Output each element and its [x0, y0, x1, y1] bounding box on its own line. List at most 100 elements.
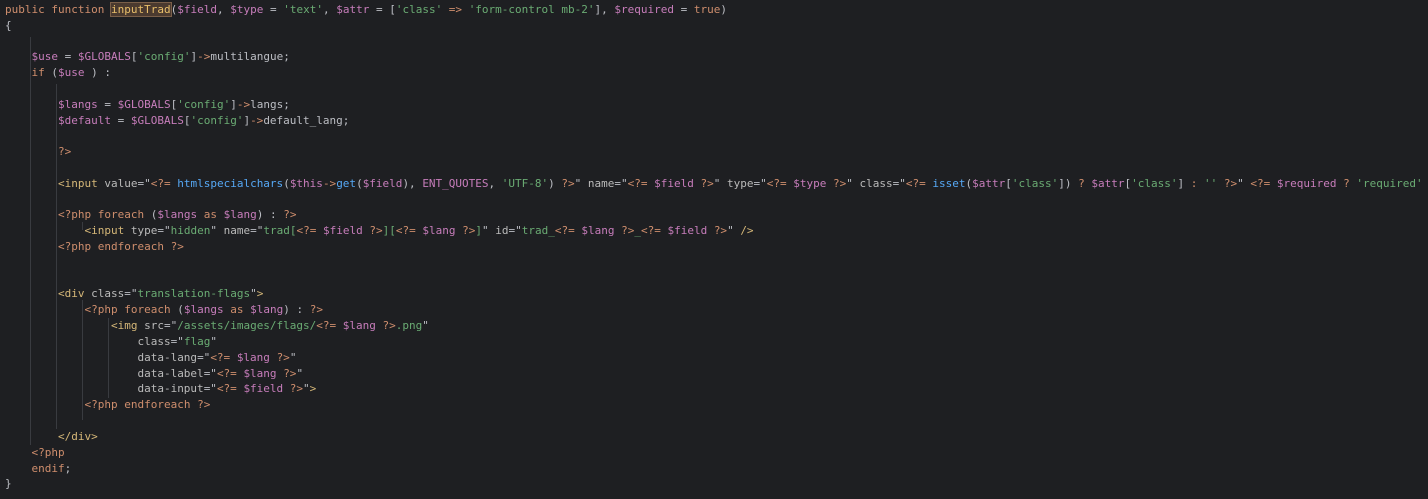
code-token: (: [356, 177, 363, 190]
code-token: =": [203, 382, 217, 395]
code-token: <?php: [84, 303, 125, 316]
code-token: <?=: [640, 224, 668, 237]
code-token: =": [197, 351, 211, 364]
code-token: $attr: [336, 3, 370, 16]
code-token: name: [223, 224, 251, 237]
code-token: $default: [57, 114, 111, 127]
code-line: data-lang="<?= $lang ?>": [5, 350, 296, 365]
code-token: $GLOBALS: [77, 50, 131, 63]
code-token: =": [614, 177, 628, 190]
code-token: ;: [64, 462, 72, 475]
code-token: as: [230, 303, 251, 316]
code-token: as: [203, 208, 224, 221]
code-token: value: [104, 177, 138, 190]
code-token: 'class': [1131, 177, 1178, 190]
code-token: ]): [1058, 177, 1079, 190]
code-token: ?>: [197, 398, 211, 411]
code-token: foreach: [97, 208, 151, 221]
code-token: ": [250, 287, 257, 300]
code-token: ?: [1343, 177, 1357, 190]
code-token: id: [495, 224, 509, 237]
code-token: ],: [594, 3, 615, 16]
code-token: /assets/images/flags/: [177, 319, 317, 332]
code-token: $lang: [581, 224, 622, 237]
code-token: _: [634, 224, 641, 237]
code-token: inputTrad: [109, 2, 172, 17]
code-token: ?>: [283, 208, 297, 221]
code-token: ?>: [382, 319, 396, 332]
code-line: <?php: [5, 445, 65, 460]
code-token: ": [210, 224, 224, 237]
code-token: htmlspecialchars: [177, 177, 284, 190]
code-token: default_lang;: [263, 114, 350, 127]
code-token: 'text': [283, 3, 323, 16]
code-token: ][: [382, 224, 396, 237]
code-token: ?>: [283, 367, 297, 380]
code-token: <?=: [296, 224, 323, 237]
code-token: ,: [216, 3, 231, 16]
code-token: translation-flags: [137, 287, 251, 300]
code-token: function: [51, 3, 111, 16]
code-token: data-label: [137, 367, 204, 380]
code-token: ?>: [621, 224, 635, 237]
code-token: ),: [402, 177, 423, 190]
code-token: 'config': [190, 114, 244, 127]
code-token: trad_: [521, 224, 555, 237]
code-token: $lang: [342, 319, 383, 332]
code-token: flag: [183, 335, 211, 348]
code-line: if ($use ) :: [5, 65, 112, 80]
code-token: 'required': [1356, 177, 1428, 190]
code-token: if: [31, 66, 52, 79]
code-line: endif;: [5, 461, 72, 476]
code-token: <?=: [1250, 177, 1277, 190]
code-token: (: [177, 303, 184, 316]
code-token: true: [693, 3, 721, 16]
code-token: $use: [31, 50, 59, 63]
code-line: $use = $GLOBALS['config']->multilangue;: [5, 49, 290, 64]
code-token: $field: [362, 177, 403, 190]
code-token: hidden: [170, 224, 211, 237]
code-token: ": [422, 319, 429, 332]
code-token: =": [203, 367, 217, 380]
code-token: =: [97, 98, 118, 111]
code-token: <?php: [57, 240, 98, 253]
code-token: $langs: [157, 208, 204, 221]
code-token: multilangue;: [210, 50, 290, 63]
code-editor[interactable]: public function inputTrad($field, $type …: [0, 0, 1428, 499]
code-token: ": [727, 224, 741, 237]
code-token: class: [859, 177, 893, 190]
code-token: data-lang: [137, 351, 198, 364]
code-token: ?>: [289, 382, 304, 395]
code-token: ?>: [309, 303, 323, 316]
code-token: class: [137, 335, 171, 348]
code-token: src: [144, 319, 164, 332]
code-token: $field: [243, 382, 290, 395]
code-token: class: [91, 287, 125, 300]
code-token: $lang: [250, 303, 284, 316]
code-token: 'form-control mb-2': [468, 3, 595, 16]
code-token: $required: [1276, 177, 1344, 190]
code-token: <?php: [84, 398, 125, 411]
code-token: $langs: [57, 98, 98, 111]
code-token: 'config': [137, 50, 191, 63]
code-token: <img: [110, 319, 145, 332]
code-token: <?=: [210, 351, 237, 364]
code-token: type: [727, 177, 754, 190]
code-token: isset: [932, 177, 966, 190]
code-token: ]: [475, 224, 482, 237]
code-token: ,: [322, 3, 337, 16]
code-token: data-input: [137, 382, 204, 395]
code-token: type: [130, 224, 158, 237]
code-token: $type: [793, 177, 834, 190]
code-token: :: [1190, 177, 1204, 190]
code-token: ?>: [561, 177, 575, 190]
